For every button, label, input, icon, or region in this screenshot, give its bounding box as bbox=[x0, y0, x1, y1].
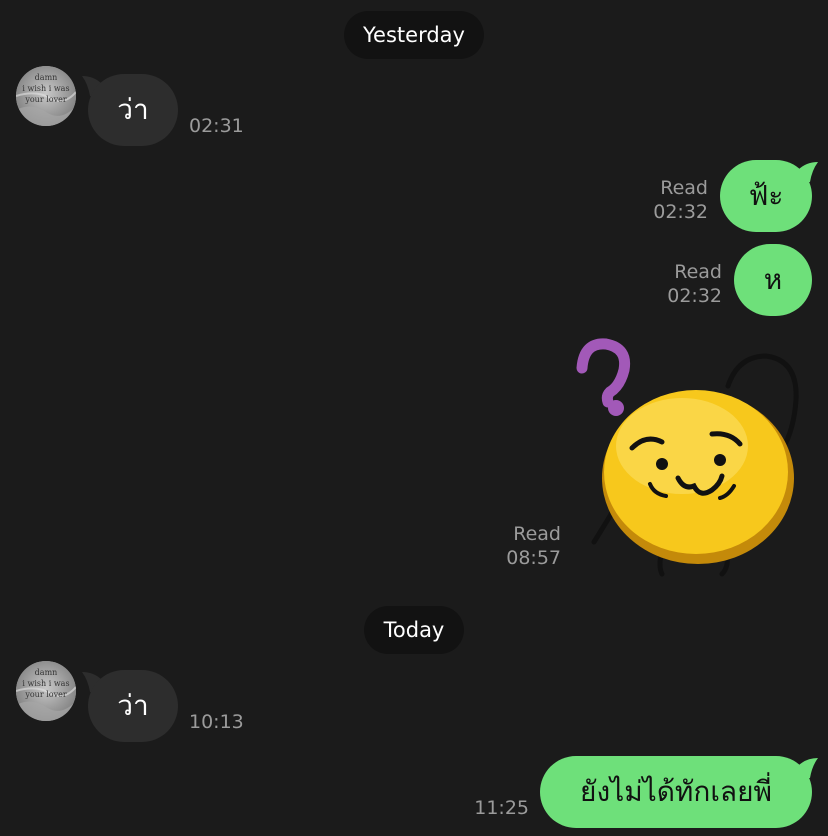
message-meta: 11:25 bbox=[474, 796, 529, 820]
question-mark-icon bbox=[576, 338, 631, 416]
message-text: ยังไม่ได้ทักเลยพี่ bbox=[580, 775, 772, 808]
avatar-text-line-3: your lover bbox=[24, 95, 66, 104]
avatar-text-line-1: damn bbox=[35, 73, 58, 82]
message-meta: Read 08:57 bbox=[506, 522, 561, 570]
incoming-message-bubble[interactable]: ว่า bbox=[88, 670, 178, 742]
outgoing-message-bubble[interactable]: ยังไม่ได้ทักเลยพี่ bbox=[540, 756, 812, 828]
outgoing-message-bubble[interactable]: ห bbox=[734, 244, 812, 316]
date-label-today: Today bbox=[383, 618, 445, 642]
message-time: 11:25 bbox=[474, 797, 529, 819]
outgoing-bubble-tail bbox=[798, 758, 818, 778]
message-meta: Read 02:32 bbox=[653, 176, 708, 224]
avatar-text-line-2: i wish i was bbox=[22, 679, 69, 688]
outgoing-bubble-tail bbox=[798, 162, 818, 182]
message-text: ว่า bbox=[117, 689, 149, 722]
read-status: Read bbox=[660, 177, 708, 199]
message-meta: 02:31 bbox=[189, 114, 244, 138]
message-meta: Read 02:32 bbox=[667, 260, 722, 308]
message-time: 02:32 bbox=[667, 285, 722, 307]
incoming-message-bubble[interactable]: ว่า bbox=[88, 74, 178, 146]
avatar-text-line-2: i wish i was bbox=[22, 84, 69, 93]
message-time: 02:31 bbox=[189, 115, 244, 137]
confused-cat-sticker[interactable] bbox=[570, 338, 810, 583]
date-separator-yesterday: Yesterday bbox=[344, 11, 484, 59]
message-time: 02:32 bbox=[653, 201, 708, 223]
avatar-text-line-3: your lover bbox=[24, 690, 66, 699]
message-time: 10:13 bbox=[189, 711, 244, 733]
date-label-yesterday: Yesterday bbox=[363, 23, 465, 47]
date-separator-today: Today bbox=[364, 606, 464, 654]
message-text: ฟ้ะ bbox=[748, 179, 784, 212]
contact-avatar[interactable]: damn i wish i was your lover bbox=[16, 66, 76, 126]
message-meta: 10:13 bbox=[189, 710, 244, 734]
read-status: Read bbox=[674, 261, 722, 283]
message-text: ห bbox=[763, 263, 783, 296]
message-time: 08:57 bbox=[506, 547, 561, 569]
avatar-text-line-1: damn bbox=[35, 668, 58, 677]
read-status: Read bbox=[513, 523, 561, 545]
contact-avatar[interactable]: damn i wish i was your lover bbox=[16, 661, 76, 721]
message-text: ว่า bbox=[117, 93, 149, 126]
